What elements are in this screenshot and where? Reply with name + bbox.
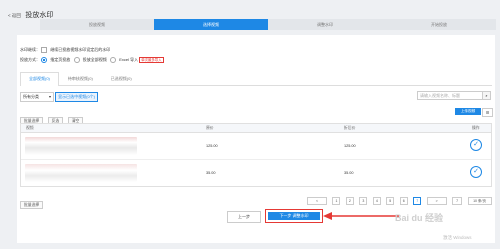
pagination: < 1 2 3 4 5 6 7 > 7 10 条/页 xyxy=(307,192,493,210)
video-thumbnail xyxy=(25,164,137,182)
filter-row: 所有分类 ▾ 显示已选中视频(0个) xyxy=(20,92,99,102)
option-row-1: 水印继续： 继续已投放视频水印设定后的水印 xyxy=(20,47,110,53)
step-3: 调整水印 xyxy=(268,19,382,30)
search-box[interactable]: 请输入视频名称、标题 ⌕ xyxy=(417,91,491,100)
selected-filter-tag[interactable]: 显示已选中视频(0个) xyxy=(55,92,99,102)
table-row[interactable]: 35.00 35.00 ✓ xyxy=(21,160,491,186)
page-4[interactable]: 4 xyxy=(372,196,381,205)
option-label-1: 水印继续： xyxy=(20,47,40,53)
page-2[interactable]: 2 xyxy=(345,196,354,205)
row-sale: 125.00 xyxy=(344,144,356,148)
page-7[interactable]: 7 xyxy=(413,196,422,205)
chevron-down-icon: ▾ xyxy=(48,94,51,99)
arrow-annotation xyxy=(323,212,399,220)
tab-bar: 全部视频(0) 待审核视频(0) 已选视频(0) xyxy=(20,72,492,86)
th-action: 操作 xyxy=(472,126,480,130)
page-6[interactable]: 6 xyxy=(399,196,408,205)
search-icon[interactable]: ⌕ xyxy=(482,92,490,99)
radio-specified[interactable] xyxy=(41,57,48,63)
row-price: 35.00 xyxy=(206,171,216,175)
step-4: 开始投放 xyxy=(382,19,496,30)
radio-all[interactable] xyxy=(73,57,80,63)
select-check-icon[interactable]: ✓ xyxy=(470,139,482,151)
th-video: 视频 xyxy=(26,126,34,130)
step-2: 选择视频 xyxy=(154,19,268,30)
page-title: 投放水印 xyxy=(25,12,54,19)
upload-video-button[interactable]: 上传视频 xyxy=(455,108,481,115)
tab-selected[interactable]: 已选视频(0) xyxy=(102,72,141,85)
th-price: 原价 xyxy=(206,126,214,130)
radio-excel[interactable] xyxy=(110,57,117,63)
page-3[interactable]: 3 xyxy=(359,196,368,205)
category-select[interactable]: 所有分类 ▾ xyxy=(20,92,54,102)
page-jump-input[interactable]: 7 xyxy=(452,196,463,205)
category-select-value: 所有分类 xyxy=(23,94,39,99)
bottom-batch: 批量选择 xyxy=(20,193,44,211)
windows-activation-text: 激活 Windows xyxy=(443,235,472,240)
next-page-button[interactable]: > xyxy=(426,196,447,205)
video-table: 视频 原价 折后价 操作 125.00 125.00 ✓ 35.00 35.00… xyxy=(20,123,492,187)
limit-badge: 单次最多导入 xyxy=(139,57,164,64)
page-size-select[interactable]: 10 条/页 xyxy=(467,196,492,205)
row-sale: 35.00 xyxy=(344,171,354,175)
option-label-2: 投放方式： xyxy=(20,57,40,63)
radio-all-label: 投放全部视频 xyxy=(82,57,107,63)
row-price: 125.00 xyxy=(206,144,218,148)
radio-specified-label: 指定页投放 xyxy=(50,57,71,63)
search-input[interactable]: 请输入视频名称、标题 xyxy=(420,93,460,99)
radio-excel-label: Excel 导入 xyxy=(119,57,139,63)
th-sale: 折后价 xyxy=(344,126,356,130)
list-view-icon[interactable]: ☰ xyxy=(482,108,493,117)
main-panel: 水印继续： 继续已投放视频水印设定后的水印 投放方式： 指定页投放 投放全部视频… xyxy=(17,35,495,243)
continue-watermark-label: 继续已投放视频水印设定后的水印 xyxy=(50,47,111,53)
page-1[interactable]: 1 xyxy=(332,196,341,205)
continue-watermark-checkbox[interactable] xyxy=(41,47,48,53)
next-step-highlight: 下一步 调整水印 xyxy=(265,209,323,223)
video-thumbnail xyxy=(25,137,137,155)
step-bar: 投放视频 选择视频 调整水印 开始投放 xyxy=(40,19,496,30)
step-1: 投放视频 xyxy=(40,19,154,30)
tab-all[interactable]: 全部视频(0) xyxy=(20,72,59,86)
back-link[interactable]: < 返回 xyxy=(8,13,21,18)
prev-step-button[interactable]: 上一步 xyxy=(227,211,261,223)
batch-select-button[interactable]: 批量选择 xyxy=(20,201,44,209)
page-5[interactable]: 5 xyxy=(386,196,395,205)
table-header: 视频 原价 折后价 操作 xyxy=(21,124,491,133)
table-row[interactable]: 125.00 125.00 ✓ xyxy=(21,133,491,160)
next-step-button[interactable]: 下一步 调整水印 xyxy=(268,212,320,220)
select-check-icon[interactable]: ✓ xyxy=(470,166,482,178)
option-row-2: 投放方式： 指定页投放 投放全部视频 Excel 导入 单次最多导入 xyxy=(20,57,164,64)
prev-page-button[interactable]: < xyxy=(307,196,327,205)
tab-pending[interactable]: 待审核视频(0) xyxy=(59,72,102,85)
baidu-watermark: Bai du 经验 xyxy=(395,213,444,223)
